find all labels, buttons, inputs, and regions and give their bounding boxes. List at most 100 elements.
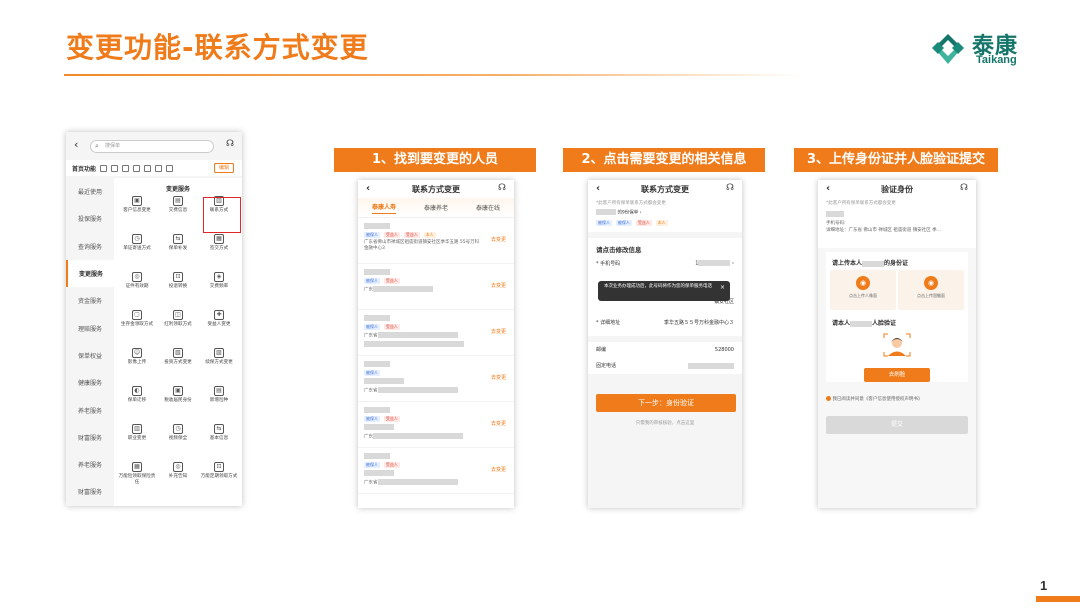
grid-item-label: 投退转换 <box>168 284 188 289</box>
taikang-logo: 泰康 Taikang <box>930 26 1040 72</box>
tab-taikang-pension[interactable]: 泰康养老 <box>424 203 448 212</box>
grid-item[interactable]: ⇆ 保单补发 <box>158 234 198 268</box>
go-change-link[interactable]: 去变更 <box>491 420 506 427</box>
grid-item[interactable]: ◷ 单证寄送方式 <box>117 234 157 268</box>
contact-method-highlight-box <box>203 197 241 233</box>
landline-row[interactable]: 固定电话 <box>588 357 742 374</box>
edit-button[interactable]: 编辑 <box>213 163 234 173</box>
step-3-label: 3、上传身份证并人脸验证提交 <box>794 148 998 172</box>
next-step-button[interactable]: 下一步：身份验证 <box>596 394 736 412</box>
upload-id-back-button[interactable]: ◉ 点击上传国徽面 <box>898 270 964 310</box>
sidebar-item-change-service[interactable]: 变更服务 <box>66 259 114 288</box>
sidebar-item[interactable]: 养老服务 <box>66 451 114 478</box>
shortcut-icon[interactable] <box>166 164 174 172</box>
person-list-item[interactable]: 被保人 受益人 广东省 去变更 <box>358 448 514 494</box>
detail-address-row[interactable]: * 详细地址 季华五路５５号万科金融中心３ <box>588 309 742 336</box>
sidebar-item[interactable]: 查询服务 <box>66 233 114 260</box>
zip-row[interactable]: 邮编 528000 <box>588 341 742 358</box>
phone-number-row[interactable]: * 手机号码 1 › <box>588 255 742 272</box>
grid-item[interactable]: ▦ 万能险领取保险责任 <box>117 462 157 496</box>
back-icon[interactable]: ‹ <box>366 183 370 194</box>
back-icon[interactable]: ‹ <box>596 183 600 194</box>
screen-title: 验证身份 <box>881 184 913 194</box>
face-avatar-icon <box>883 333 911 357</box>
slide-title: 变更功能-联系方式变更 <box>66 31 369 64</box>
headset-icon[interactable]: ☊ <box>960 183 968 193</box>
shortcut-icon[interactable] <box>122 164 130 172</box>
go-change-link[interactable]: 去变更 <box>491 328 506 335</box>
sidebar-item[interactable]: 健康服务 <box>66 369 114 396</box>
grid-item[interactable]: ◷ 视频保全 <box>158 424 198 458</box>
search-input[interactable]: ⌕ 搜保单 <box>90 140 214 153</box>
service-icon: ◐ <box>132 386 142 396</box>
sidebar-item[interactable]: 理赔服务 <box>66 314 114 341</box>
sidebar-item[interactable]: 养老服务 <box>66 396 114 423</box>
taikang-logo-icon <box>932 34 964 64</box>
grid-item[interactable]: ⇆ 基本信息 <box>199 424 239 458</box>
grid-item[interactable]: ◎ 证件有效期 <box>117 272 157 306</box>
grid-item[interactable]: ◎ 补充告知 <box>158 462 198 496</box>
grid-item[interactable]: ▣ 税收居民身份 <box>158 386 198 420</box>
shortcut-icon[interactable] <box>133 164 141 172</box>
grid-item-label: 单证寄送方式 <box>123 246 151 251</box>
phone-screen-identity-verify: ‹ 验证身份 ☊ *此客户所有保单联系方式都会变更 手机号码: 详细地址：广东省… <box>818 180 976 508</box>
go-change-link[interactable]: 去变更 <box>491 282 506 289</box>
grid-item[interactable]: ▣ 客户信息变更 <box>117 196 157 230</box>
back-icon[interactable]: ‹ <box>74 138 78 151</box>
sidebar-item[interactable]: 资金服务 <box>66 287 114 314</box>
service-icon: ☺ <box>132 348 142 358</box>
shortcut-icon[interactable] <box>144 164 152 172</box>
grid-item[interactable]: ◈ 交费频率 <box>199 272 239 306</box>
service-icon: ▨ <box>214 348 224 358</box>
sidebar-item[interactable]: 财富服务 <box>66 424 114 451</box>
grid-item[interactable]: ◐ 保单迁移 <box>117 386 157 420</box>
tab-taikang-life[interactable]: 泰康人寿 <box>371 202 396 214</box>
upload-id-front-button[interactable]: ◉ 点击上传人像面 <box>830 270 896 310</box>
headset-icon[interactable]: ☊ <box>498 183 506 193</box>
tag-insured: 被保人 <box>364 232 380 238</box>
service-icon: ⇆ <box>214 424 224 434</box>
company-tabs: 泰康人寿 泰康养老 泰康在线 <box>358 198 514 218</box>
shortcut-icon[interactable] <box>111 164 119 172</box>
grid-item[interactable]: ⊡ 投退转换 <box>158 272 198 306</box>
nav-bar: ‹ 联系方式变更 ☊ <box>588 180 742 198</box>
agreement-row[interactable]: 我已阅读并同意《客户信息使用授权声明书》 <box>826 396 922 402</box>
shortcut-icon[interactable] <box>100 164 108 172</box>
tab-taikang-online[interactable]: 泰康在线 <box>476 203 500 212</box>
footer-link[interactable]: 只需我的审核核验，点击这里 <box>588 420 742 426</box>
go-change-link[interactable]: 去变更 <box>491 236 506 243</box>
face-verify-button[interactable]: 去刷脸 <box>864 368 930 382</box>
grid-item[interactable]: ◫ 红利领取方式 <box>158 310 198 344</box>
close-icon[interactable]: × <box>720 285 725 291</box>
sidebar-item[interactable]: 最近使用 <box>66 178 114 205</box>
headset-icon[interactable]: ☊ <box>726 183 734 193</box>
headset-icon[interactable]: ☊ <box>226 139 234 149</box>
grid-item[interactable]: ▢ 生存金领取方式 <box>117 310 157 344</box>
grid-item[interactable]: ▦ 签交方式 <box>199 234 239 268</box>
grid-item[interactable]: ▨ 续保方式变更 <box>199 348 239 382</box>
go-change-link[interactable]: 去变更 <box>491 466 506 473</box>
go-change-link[interactable]: 去变更 <box>491 374 506 381</box>
person-list-item[interactable]: 被保人 受益人 受益人 本人 广东省佛山市禅城区祖庙街道镇安社区季华五路 55号… <box>358 218 514 264</box>
person-list-item[interactable]: 被保人 受益人 广东省 去变更 <box>358 310 514 356</box>
sidebar-item[interactable]: 保单权益 <box>66 342 114 369</box>
checkbox-icon[interactable] <box>826 396 831 401</box>
back-icon[interactable]: ‹ <box>826 183 830 194</box>
shortcut-icon[interactable] <box>155 164 163 172</box>
grid-item[interactable]: ▥ 职业变更 <box>117 424 157 458</box>
grid-item[interactable]: ▤ 交费信息 <box>158 196 198 230</box>
sidebar-item[interactable]: 投保服务 <box>66 205 114 232</box>
person-list-item[interactable]: 被保人 受益人 广东 去变更 <box>358 402 514 448</box>
grid-item-label: 万能险领取保险责任 <box>118 474 156 485</box>
service-icon: ▣ <box>173 386 183 396</box>
service-icon: ▤ <box>214 386 224 396</box>
submit-button[interactable]: 提交 <box>826 416 968 434</box>
grid-item[interactable]: ▧ 投资方式变更 <box>158 348 198 382</box>
grid-item[interactable]: ✚ 受益人变更 <box>199 310 239 344</box>
grid-item[interactable]: ☺ 影像上传 <box>117 348 157 382</box>
person-list-item[interactable]: 被保人 广东省 去变更 <box>358 356 514 402</box>
grid-item[interactable]: ▤ 新增险种 <box>199 386 239 420</box>
person-list-item[interactable]: 被保人 受益人 广东 去变更 <box>358 264 514 310</box>
sidebar-item[interactable]: 财富服务 <box>66 478 114 505</box>
grid-item[interactable]: ⊡ 万能定期领取方式 <box>199 462 239 496</box>
